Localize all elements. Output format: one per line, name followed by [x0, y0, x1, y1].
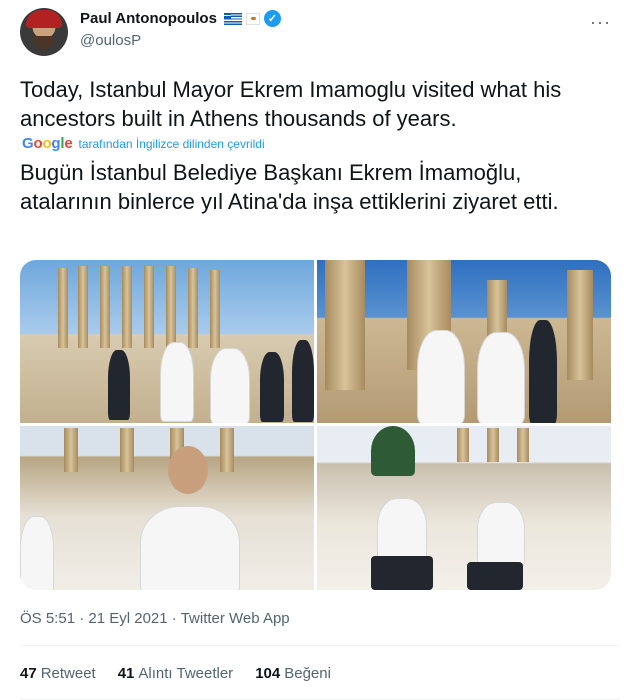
person-figure	[260, 352, 284, 422]
translation-attribution[interactable]: Google tarafından İngilizce dilinden çev…	[22, 135, 265, 152]
temple-column	[210, 270, 220, 348]
avatar-beard	[34, 36, 54, 50]
photo-parthenon-group-walk[interactable]	[20, 260, 314, 423]
retweet-count: 47	[20, 665, 37, 682]
greece-flag-icon	[223, 12, 242, 25]
quote-count: 41	[117, 665, 135, 682]
like-stat[interactable]: 104 Beğeni	[255, 665, 331, 682]
like-label: Beğeni	[284, 665, 331, 682]
person-figure	[417, 330, 465, 423]
temple-column	[457, 428, 469, 462]
author-avatar[interactable]	[20, 8, 68, 56]
temple-column	[78, 266, 88, 348]
more-options-icon[interactable]: ···	[590, 12, 611, 33]
temple-column	[122, 266, 132, 348]
photo-propylaea-waving[interactable]	[317, 260, 611, 423]
cyprus-flag-icon	[245, 12, 260, 25]
person-figure	[292, 340, 314, 422]
tweet-stats: 47 Retweet 41 Alıntı Tweetler 104 Beğeni	[20, 665, 331, 682]
temple-column	[64, 428, 78, 472]
temple-column	[166, 266, 176, 348]
tweet-meta: ÖS 5:51 · 21 Eyl 2021 · Twitter Web App	[20, 610, 290, 627]
temple-column	[188, 268, 198, 348]
person-figure	[477, 332, 525, 423]
temple-column	[517, 428, 529, 462]
tweet-source[interactable]: Twitter Web App	[181, 610, 290, 627]
like-count: 104	[255, 665, 281, 682]
translation-note[interactable]: tarafından İngilizce dilinden çevrildi	[79, 137, 265, 151]
tweet-header: Paul Antonopoulos ✓ @oulosP ···	[20, 8, 621, 58]
tweet-media-grid	[20, 260, 611, 590]
retweet-stat[interactable]: 47 Retweet	[20, 665, 96, 682]
person-figure	[140, 506, 240, 590]
person-figure	[529, 320, 557, 423]
temple-column	[58, 268, 68, 348]
person-figure	[108, 350, 130, 420]
meta-separator: ·	[79, 610, 85, 627]
temple-column	[567, 270, 593, 380]
retweet-label: Retweet	[40, 665, 96, 682]
temple-column	[144, 266, 154, 348]
divider	[20, 645, 620, 646]
verified-badge-icon: ✓	[263, 10, 281, 27]
temple-column	[325, 260, 365, 390]
tweet-original-text: Bugün İstanbul Belediye Başkanı Ekrem İm…	[20, 160, 559, 214]
meta-separator: ·	[171, 610, 177, 627]
google-logo-icon: Google	[22, 135, 73, 152]
tweet-time[interactable]: ÖS 5:51	[20, 610, 75, 627]
tweet-date[interactable]: 21 Eyl 2021	[88, 610, 167, 627]
photo-imamoglu-closeup[interactable]	[20, 426, 314, 590]
quote-tweet-stat[interactable]: 41 Alıntı Tweetler	[118, 665, 233, 682]
person-figure	[477, 502, 525, 568]
temple-column	[100, 266, 110, 348]
author-handle[interactable]: @oulosP	[80, 32, 281, 49]
quote-label: Alıntı Tweetler	[138, 665, 234, 682]
temple-column	[220, 428, 234, 472]
person-figure	[20, 516, 54, 590]
person-figure	[210, 348, 250, 423]
person-legs	[371, 556, 433, 590]
photo-seated-on-rocks[interactable]	[317, 426, 611, 590]
author-name-row[interactable]: Paul Antonopoulos ✓	[80, 10, 281, 27]
person-figure	[160, 342, 194, 422]
author-info: Paul Antonopoulos ✓ @oulosP	[80, 10, 281, 49]
avatar-cap	[26, 10, 62, 28]
temple-column	[120, 428, 134, 472]
tree	[371, 426, 415, 476]
person-legs	[467, 562, 523, 590]
author-display-name[interactable]: Paul Antonopoulos	[80, 10, 217, 27]
temple-column	[487, 428, 499, 462]
tweet-translated-text: Today, Istanbul Mayor Ekrem Imamoglu vis…	[20, 77, 562, 131]
person-head	[168, 446, 208, 494]
